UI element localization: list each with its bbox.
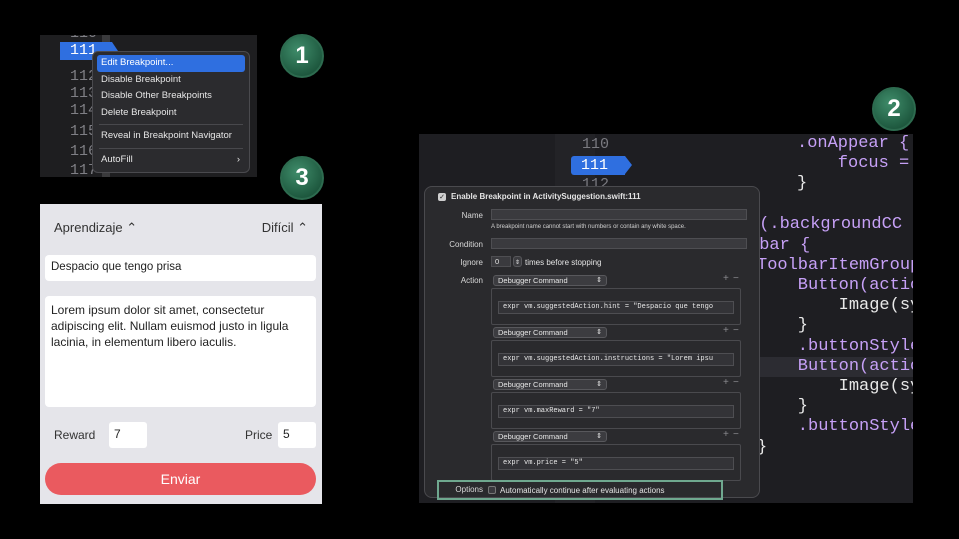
action-command-box: expr vm.suggestedAction.instructions = "…	[491, 340, 741, 377]
app-form-panel: Aprendizaje ⌃ Difícil ⌃ Despacio que ten…	[40, 204, 322, 504]
name-hint: A breakpoint name cannot start with numb…	[491, 224, 686, 230]
enable-breakpoint-checkbox[interactable]: ✓	[438, 193, 446, 201]
chevron-updown-icon: ⇕	[596, 329, 602, 336]
add-action-button[interactable]: +	[723, 273, 729, 284]
reward-label: Reward	[54, 428, 96, 442]
code-line: Image(sy	[757, 296, 913, 315]
debugger-command-field[interactable]: expr vm.maxReward = "7"	[498, 405, 734, 418]
reward-field[interactable]: 7	[109, 422, 147, 448]
action-type-select[interactable]: Debugger Command ⇕	[493, 275, 607, 286]
add-action-button[interactable]: +	[723, 325, 729, 336]
menu-divider	[99, 124, 243, 125]
debugger-command-field[interactable]: expr vm.price = "5"	[498, 457, 734, 470]
condition-label: Condition	[449, 240, 483, 249]
add-action-button[interactable]: +	[723, 377, 729, 388]
debugger-command-field[interactable]: expr vm.suggestedAction.instructions = "…	[498, 353, 734, 366]
menu-item-reveal-in-navigator[interactable]: Reveal in Breakpoint Navigator	[97, 128, 245, 145]
chevron-updown-icon: ⇕	[596, 381, 602, 388]
remove-action-button[interactable]: −	[733, 273, 739, 284]
remove-action-button[interactable]: −	[733, 429, 739, 440]
menu-item-edit-breakpoint[interactable]: Edit Breakpoint...	[97, 55, 245, 72]
action-command-box: expr vm.suggestedAction.hint = "Despacio…	[491, 288, 741, 325]
action-type-select[interactable]: Debugger Command ⇕	[493, 379, 607, 390]
chevron-right-icon: ›	[236, 153, 240, 165]
condition-field[interactable]	[491, 238, 747, 249]
breakpoint-marker[interactable]: 111	[571, 156, 632, 175]
breakpoint-editor-panel: 110 111 112 .onAppear { focus = } t(.bac…	[419, 134, 913, 503]
name-label: Name	[461, 211, 483, 220]
action-type-select[interactable]: Debugger Command ⇕	[493, 431, 607, 442]
code-line: Button(actio	[757, 276, 913, 295]
line-number: 110	[582, 136, 610, 153]
menu-item-autofill-label: AutoFill	[101, 153, 133, 165]
step-badge-1: 1	[280, 34, 324, 78]
code-line: .onAppear {	[797, 134, 910, 153]
code-line: }	[757, 316, 809, 335]
action-command-box: expr vm.price = "5"	[491, 444, 741, 481]
ignore-count-field[interactable]: 0	[491, 256, 511, 267]
send-button[interactable]: Enviar	[45, 463, 316, 495]
line-number: 110	[70, 35, 97, 42]
context-menu: Edit Breakpoint... Disable Breakpoint Di…	[92, 51, 250, 173]
difficulty-picker[interactable]: Difícil ⌃	[262, 220, 308, 236]
breakpoint-popover: ✓ Enable Breakpoint in ActivitySuggestio…	[424, 186, 760, 498]
price-label: Price	[245, 428, 273, 442]
category-picker[interactable]: Aprendizaje ⌃	[54, 220, 137, 236]
ignore-suffix: times before stopping	[525, 258, 602, 267]
options-highlight	[437, 480, 723, 500]
code-line: focus =	[797, 154, 910, 173]
action-label: Action	[460, 276, 483, 285]
step-badge-2: 2	[872, 87, 916, 131]
remove-action-button[interactable]: −	[733, 377, 739, 388]
line-number: 112	[582, 176, 610, 186]
breakpoint-context-menu-panel: 110 112 113 114 115 116 117 111 Edit Bre…	[40, 35, 257, 177]
add-action-button[interactable]: +	[723, 429, 729, 440]
name-field[interactable]	[491, 209, 747, 220]
stepper-icon: ⇕	[515, 260, 521, 266]
menu-divider	[99, 147, 243, 149]
menu-item-delete-breakpoint[interactable]: Delete Breakpoint	[97, 105, 245, 122]
popover-title: Enable Breakpoint in ActivitySuggestion.…	[451, 192, 641, 201]
code-line: t(.backgroundCC	[749, 215, 903, 234]
action-command-box: expr vm.maxReward = "7"	[491, 392, 741, 429]
chevron-updown-icon: ⇕	[596, 277, 602, 284]
menu-item-autofill[interactable]: AutoFill ›	[97, 152, 245, 169]
instructions-field[interactable]: Lorem ipsum dolor sit amet, consectetur …	[45, 296, 316, 407]
code-line: Image(sy	[757, 377, 913, 396]
hint-field[interactable]: Despacio que tengo prisa	[45, 255, 316, 281]
menu-item-disable-breakpoint[interactable]: Disable Breakpoint	[97, 72, 245, 89]
menu-item-disable-other-breakpoints[interactable]: Disable Other Breakpoints	[97, 88, 245, 105]
ignore-label: Ignore	[460, 258, 483, 267]
code-line: }	[757, 397, 809, 416]
code-line: .buttonStyle	[757, 417, 913, 436]
remove-action-button[interactable]: −	[733, 325, 739, 336]
code-line: }	[797, 174, 808, 193]
code-line: ToolbarItemGroup	[757, 256, 913, 275]
code-line: .buttonStyle	[757, 337, 913, 356]
debugger-command-field[interactable]: expr vm.suggestedAction.hint = "Despacio…	[498, 301, 734, 314]
price-field[interactable]: 5	[278, 422, 316, 448]
ignore-stepper[interactable]: ⇕	[513, 256, 522, 267]
step-badge-3: 3	[280, 156, 324, 200]
code-line: Button(actio	[757, 357, 913, 376]
chevron-updown-icon: ⇕	[596, 433, 602, 440]
action-type-select[interactable]: Debugger Command ⇕	[493, 327, 607, 338]
